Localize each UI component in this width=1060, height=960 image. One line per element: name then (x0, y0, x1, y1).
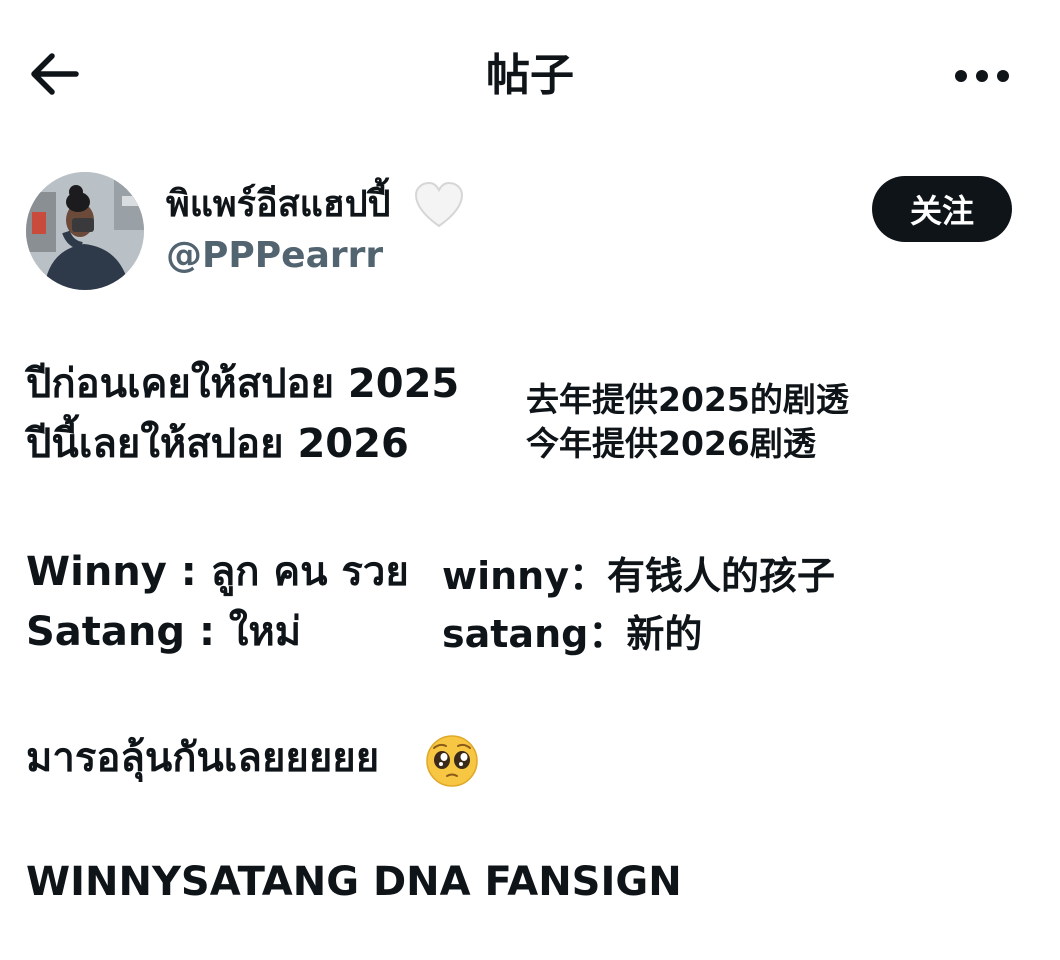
post-winny-chinese: winny：有钱人的孩子 (442, 554, 836, 598)
follow-button[interactable]: 关注 (872, 176, 1012, 242)
post-chinese-line-2: 今年提供2026剧透 (526, 424, 816, 463)
white-heart-emoji (412, 180, 466, 230)
post-satang-thai: Satang : ใหม่ (26, 609, 302, 655)
page-title: 帖子 (486, 50, 574, 101)
more-dots-icon (955, 70, 1009, 82)
post-thai-line-1: ปีก่อนเคยให้สปอย 2025 (26, 361, 460, 407)
more-options-button[interactable] (950, 56, 1014, 96)
author-username[interactable]: @PPPearrr (166, 234, 383, 278)
pleading-face-emoji (424, 734, 480, 788)
post-thai-line-2: ปีนี้เลยให้สปอย 2026 (26, 421, 409, 467)
author-display-name[interactable]: พิแพร์อีสแฮปปี้ (166, 180, 390, 230)
post-satang-chinese: satang：新的 (442, 612, 703, 656)
post-closing-line: มารอลุ้นกันเลยยยยย (26, 735, 380, 781)
post-winny-thai: Winny : ลูก คน รวย (26, 549, 409, 595)
post-chinese-line-1: 去年提供2025的剧透 (526, 380, 849, 419)
avatar[interactable] (26, 172, 144, 290)
post-tag-line: WINNYSATANG DNA FANSIGN (26, 859, 682, 905)
